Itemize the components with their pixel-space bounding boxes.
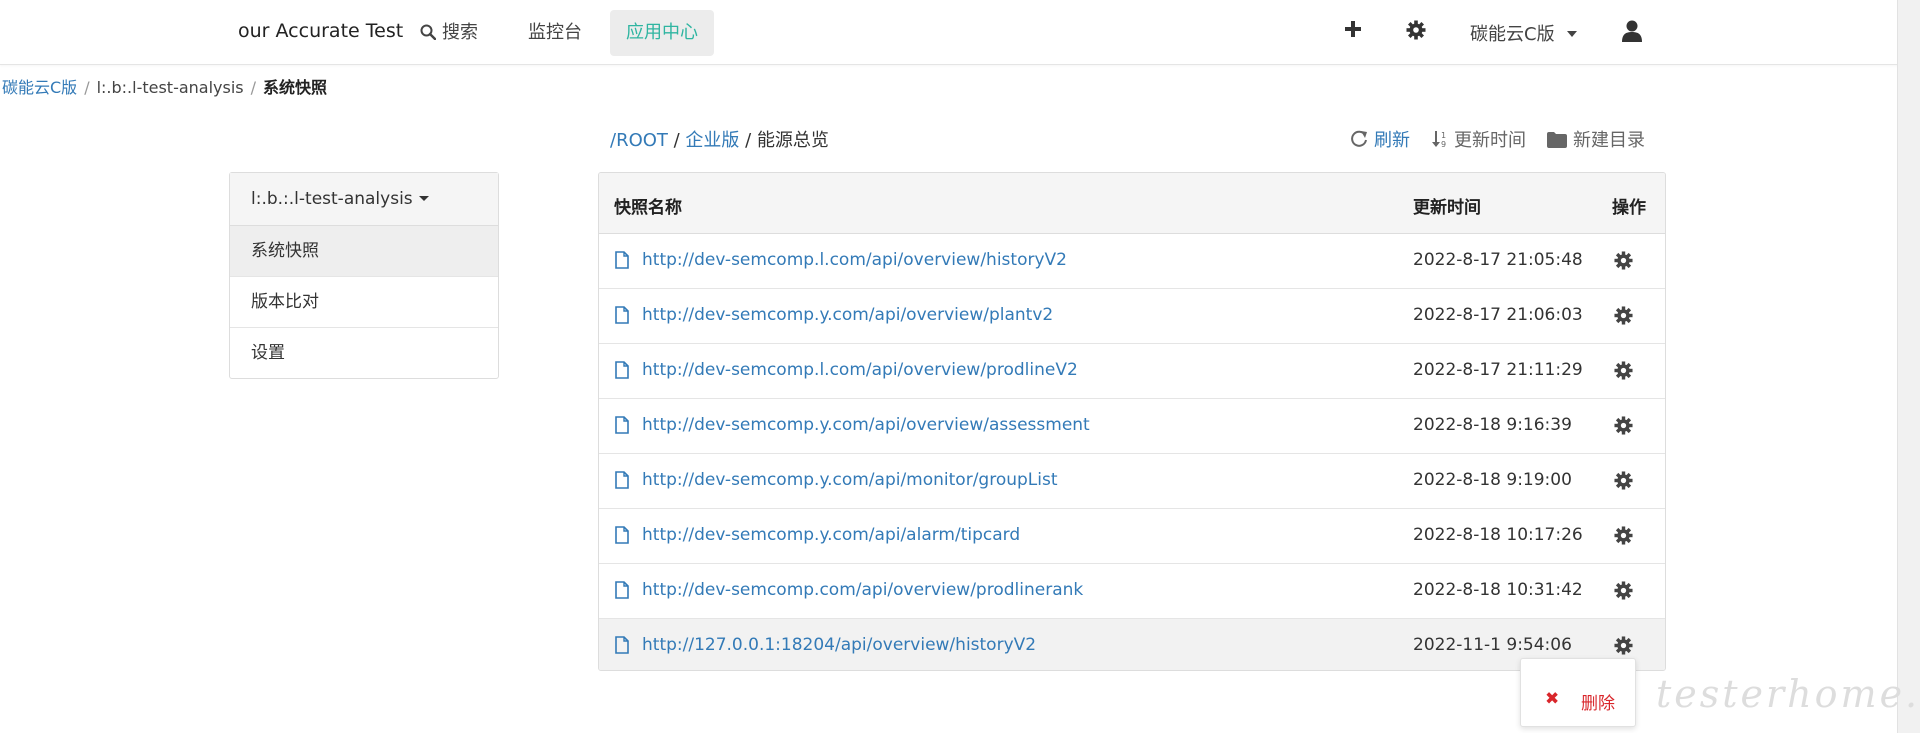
path-enterprise[interactable]: 企业版	[685, 130, 739, 151]
delete-icon: ✖	[1545, 689, 1560, 709]
nav-app-center[interactable]: 应用中心	[610, 10, 714, 56]
folder-icon	[1547, 132, 1567, 148]
new-dir-label: 新建目录	[1573, 130, 1645, 151]
refresh-label: 刷新	[1374, 130, 1410, 151]
table-row: http://dev-semcomp.y.com/api/overview/pl…	[599, 289, 1665, 344]
breadcrumb-separator: /	[84, 78, 90, 97]
svg-text:1: 1	[1441, 131, 1446, 140]
snapshot-table: 快照名称 更新时间 操作 http://dev-semcomp.l.com/ap…	[598, 172, 1666, 671]
gear-icon[interactable]	[1614, 416, 1633, 435]
path-separator: /	[739, 130, 757, 151]
file-icon	[615, 251, 629, 269]
breadcrumb-separator: /	[250, 78, 257, 97]
project-dropdown[interactable]: l:.b.:.l-test-analysis	[230, 173, 498, 226]
snapshot-link[interactable]: http://dev-semcomp.l.com/api/overview/pr…	[642, 360, 1078, 380]
file-icon	[615, 526, 629, 544]
gear-icon[interactable]	[1614, 471, 1633, 490]
file-icon	[615, 581, 629, 599]
gear-icon[interactable]	[1614, 581, 1633, 600]
refresh-icon	[1351, 130, 1367, 147]
breadcrumb-project[interactable]: l:.b:.l-test-analysis	[97, 78, 244, 97]
update-time: 2022-8-18 10:17:26	[1413, 525, 1583, 545]
snapshot-link[interactable]: http://dev-semcomp.y.com/api/overview/as…	[642, 415, 1090, 435]
path-root[interactable]: /ROOT	[610, 130, 668, 151]
gear-icon[interactable]	[1614, 526, 1633, 545]
snapshot-link[interactable]: http://127.0.0.1:18204/api/overview/hist…	[642, 635, 1036, 655]
path-separator: /	[667, 130, 686, 151]
sidebar-item-snapshot[interactable]: 系统快照	[230, 226, 498, 277]
gear-icon[interactable]	[1614, 361, 1633, 380]
directory-path: /ROOT / 企业版 / 能源总览	[610, 126, 829, 152]
caret-down-icon	[418, 196, 429, 201]
gear-icon[interactable]	[1614, 251, 1633, 270]
snapshot-link[interactable]: http://dev-semcomp.com/api/overview/prod…	[642, 580, 1083, 600]
brand-title[interactable]: our Accurate Test	[238, 20, 403, 42]
column-header-actions: 操作	[1612, 198, 1646, 218]
snapshot-link[interactable]: http://dev-semcomp.l.com/api/overview/hi…	[642, 250, 1067, 270]
gear-icon[interactable]	[1406, 20, 1426, 40]
new-directory-button[interactable]: 新建目录	[1547, 126, 1645, 152]
svg-text:9: 9	[1441, 140, 1446, 148]
watermark: testerhome.com	[1656, 672, 1920, 716]
table-row: http://dev-semcomp.y.com/api/monitor/gro…	[599, 454, 1665, 509]
search-icon	[420, 24, 436, 40]
caret-down-icon	[1566, 31, 1577, 37]
update-time: 2022-8-17 21:11:29	[1413, 360, 1583, 380]
page-scrollbar[interactable]	[1897, 0, 1920, 733]
sort-icon: 1 9	[1432, 131, 1446, 149]
update-time: 2022-8-17 21:06:03	[1413, 305, 1583, 325]
table-row: http://dev-semcomp.y.com/api/overview/as…	[599, 399, 1665, 454]
breadcrumb: 碳能云C版 / l:.b:.l-test-analysis / 系统快照	[2, 74, 327, 98]
snapshot-link[interactable]: http://dev-semcomp.y.com/api/overview/pl…	[642, 305, 1053, 325]
file-icon	[615, 306, 629, 324]
path-current: 能源总览	[756, 130, 829, 151]
sort-by-time-button[interactable]: 1 9 更新时间	[1432, 126, 1526, 152]
table-row: http://dev-semcomp.y.com/api/alarm/tipca…	[599, 509, 1665, 564]
sidebar-item-compare[interactable]: 版本比对	[230, 277, 498, 328]
row-actions-popover: ✖ 删除	[1520, 658, 1636, 727]
top-navbar: our Accurate Test 搜索 监控台 应用中心 碳能云C版	[0, 0, 1898, 65]
table-row: http://dev-semcomp.l.com/api/overview/pr…	[599, 344, 1665, 399]
column-header-time: 更新时间	[1413, 198, 1481, 218]
update-time: 2022-11-1 9:54:06	[1413, 635, 1572, 655]
update-time: 2022-8-18 9:16:39	[1413, 415, 1572, 435]
table-row: http://dev-semcomp.com/api/overview/prod…	[599, 564, 1665, 619]
snapshot-link[interactable]: http://dev-semcomp.y.com/api/monitor/gro…	[642, 470, 1058, 490]
file-icon	[615, 636, 629, 654]
column-header-name: 快照名称	[614, 198, 682, 218]
sidebar-item-settings[interactable]: 设置	[230, 328, 498, 378]
update-time-label: 更新时间	[1454, 130, 1526, 151]
nav-search-label: 搜索	[442, 22, 478, 43]
file-icon	[615, 471, 629, 489]
file-icon	[615, 416, 629, 434]
breadcrumb-root[interactable]: 碳能云C版	[2, 78, 77, 97]
update-time: 2022-8-18 9:19:00	[1413, 470, 1572, 490]
nav-monitor[interactable]: 监控台	[512, 10, 598, 56]
snapshot-link[interactable]: http://dev-semcomp.y.com/api/alarm/tipca…	[642, 525, 1020, 545]
table-header: 快照名称 更新时间 操作	[599, 173, 1665, 234]
version-dropdown[interactable]: 碳能云C版	[1470, 20, 1577, 46]
delete-button[interactable]: 删除	[1581, 689, 1615, 714]
gear-icon[interactable]	[1614, 306, 1633, 325]
update-time: 2022-8-17 21:05:48	[1413, 250, 1583, 270]
nav-search[interactable]: 搜索	[404, 10, 494, 56]
gear-icon[interactable]	[1614, 636, 1633, 655]
plus-icon[interactable]	[1344, 20, 1362, 38]
user-icon[interactable]	[1622, 20, 1642, 42]
breadcrumb-current: 系统快照	[263, 78, 328, 97]
update-time: 2022-8-18 10:31:42	[1413, 580, 1583, 600]
file-icon	[615, 361, 629, 379]
sidebar-panel: l:.b.:.l-test-analysis 系统快照 版本比对 设置	[229, 172, 499, 379]
table-row: http://127.0.0.1:18204/api/overview/hist…	[599, 619, 1665, 670]
table-row: http://dev-semcomp.l.com/api/overview/hi…	[599, 234, 1665, 289]
project-name: l:.b.:.l-test-analysis	[251, 189, 413, 209]
refresh-button[interactable]: 刷新	[1350, 126, 1410, 152]
version-label: 碳能云C版	[1470, 24, 1555, 45]
